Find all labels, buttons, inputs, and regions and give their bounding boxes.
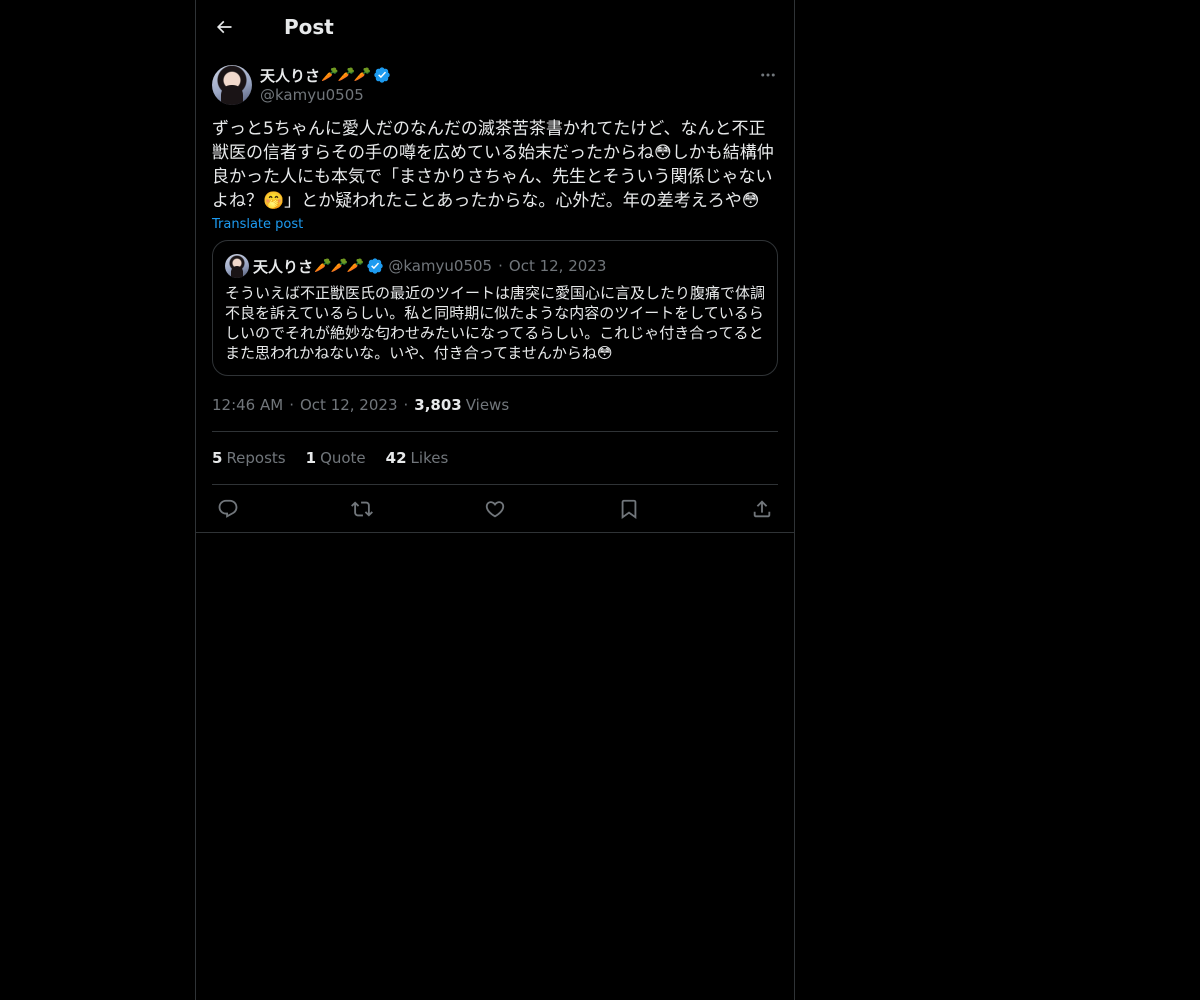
translate-post-link[interactable]: Translate post (212, 217, 303, 232)
quoted-date: Oct 12, 2023 (508, 257, 607, 275)
post-date[interactable]: Oct 12, 2023 (300, 396, 398, 414)
quotes-stat[interactable]: 1 Quote (306, 449, 366, 467)
quoted-post-header: 天人りさ 🥕🥕🥕 @kamyu0505 · Oct 12, 2023 (225, 253, 765, 279)
share-icon (751, 498, 773, 520)
share-button[interactable] (750, 497, 774, 521)
quoted-separator: · (498, 257, 503, 275)
reposts-stat[interactable]: 5 Reposts (212, 449, 286, 467)
avatar[interactable] (212, 65, 252, 105)
bookmark-button[interactable] (617, 497, 641, 521)
quotes-label: Quote (320, 449, 366, 467)
back-button[interactable] (212, 15, 236, 39)
like-button[interactable] (483, 497, 507, 521)
post: 天人りさ 🥕🥕🥕 @kamyu0505 ずっと5ちゃんに愛人だのなんだの滅茶苦茶… (196, 53, 794, 532)
quoted-post-text: そういえば不正獣医氏の最近のツイートは唐突に愛国心に言及したり腹痛で体調不良を訴… (225, 284, 766, 362)
main-column: Post 天人りさ 🥕🥕🥕 @kamyu0505 ずっと5ちゃんに愛人だのなんだ… (195, 0, 795, 1000)
bookmark-icon (618, 498, 640, 520)
name-line: 天人りさ 🥕🥕🥕 (260, 65, 391, 85)
author-row: 天人りさ 🥕🥕🥕 @kamyu0505 (212, 65, 778, 105)
meta-separator: · (403, 396, 409, 414)
quoted-avatar (225, 254, 249, 278)
views-label: Views (465, 396, 510, 414)
likes-stat[interactable]: 42 Likes (386, 449, 449, 467)
views-count: 3,803 (414, 396, 462, 414)
likes-count: 42 (385, 449, 407, 467)
more-button[interactable] (758, 65, 778, 85)
reply-button[interactable] (216, 497, 240, 521)
verified-badge-icon (373, 66, 391, 84)
post-time[interactable]: 12:46 AM (212, 396, 283, 414)
handle[interactable]: @kamyu0505 (260, 86, 391, 104)
reply-icon (217, 498, 239, 520)
engagement-stats: 5 Reposts 1 Quote 42 Likes (212, 432, 778, 484)
quoted-carrot-emoji: 🥕🥕🥕 (314, 258, 364, 274)
quotes-count: 1 (305, 449, 317, 467)
repost-icon (350, 498, 373, 520)
display-name[interactable]: 天人りさ (260, 65, 320, 86)
post-meta: 12:46 AM · Oct 12, 2023 · 3,803 Views (212, 395, 778, 415)
meta-separator: · (289, 396, 294, 414)
page-header: Post (196, 0, 794, 53)
arrow-left-icon (214, 17, 234, 37)
quoted-handle: @kamyu0505 (388, 257, 493, 275)
post-text: ずっと5ちゃんに愛人だのなんだの滅茶苦茶書かれてたけど、なんと不正獣医の信者すら… (212, 119, 774, 211)
page-title: Post (284, 14, 334, 39)
quoted-display-name: 天人りさ (253, 257, 314, 276)
heart-icon (484, 498, 506, 520)
repost-button[interactable] (350, 497, 374, 521)
divider (196, 532, 794, 533)
likes-label: Likes (410, 449, 449, 467)
quoted-post[interactable]: 天人りさ 🥕🥕🥕 @kamyu0505 · Oct 12, 2023 そういえば… (212, 240, 778, 376)
author-info: 天人りさ 🥕🥕🥕 @kamyu0505 (260, 65, 391, 104)
action-bar (212, 485, 778, 532)
reposts-count: 5 (212, 449, 223, 467)
carrot-emoji: 🥕🥕🥕 (321, 67, 371, 83)
more-horizontal-icon (759, 66, 777, 84)
verified-badge-icon (366, 257, 384, 275)
reposts-label: Reposts (226, 449, 286, 467)
